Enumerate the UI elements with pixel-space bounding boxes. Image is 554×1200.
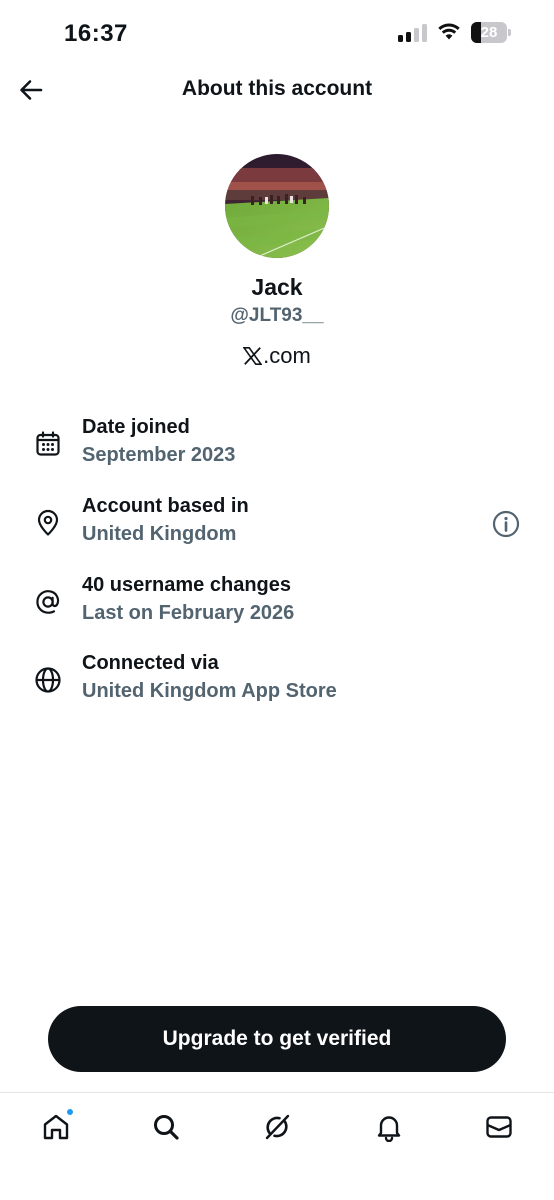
grok-icon [265,1114,290,1140]
tab-messages[interactable] [479,1107,519,1147]
home-badge-dot [66,1108,74,1116]
info-row-value: United Kingdom App Store [82,680,337,702]
wifi-icon [438,23,460,40]
info-row-date-joined: Date joined September 2023 [0,416,554,476]
username-handle: @JLT93__ [230,305,324,326]
about-account-screen: 16:37 28 About this account Jack @JLT93_… [0,0,554,1200]
info-row-title: Date joined [82,416,190,438]
signal-icon [398,24,428,42]
battery-level: 28 [480,24,498,41]
search-icon [154,1115,179,1140]
info-row-account-based-in: Account based in United Kingdom [0,495,554,555]
tab-grok[interactable] [257,1107,297,1147]
bell-icon [377,1116,401,1142]
status-time: 16:37 [64,20,128,47]
site-domain: .com [0,343,554,369]
info-row-username-changes: 40 username changes Last on February 202… [0,574,554,634]
info-row-title: Account based in [82,495,249,517]
calendar-icon [36,431,60,456]
top-bar: About this account [0,66,554,114]
at-sign-icon [36,590,60,614]
info-row-title: 40 username changes [82,574,291,596]
location-pin-icon [37,509,59,536]
info-row-value: United Kingdom [82,523,237,545]
avatar[interactable] [225,154,329,258]
info-row-value: Last on February 2026 [82,602,295,624]
tab-search[interactable] [146,1107,186,1147]
info-row-title: Connected via [82,652,219,674]
info-row-connected-via: Connected via United Kingdom App Store [0,652,554,712]
bottom-tab-bar [0,1092,554,1200]
avatar-photo [225,154,329,258]
x-logo-icon [243,347,263,365]
tab-notifications[interactable] [369,1107,409,1147]
site-domain-text: .com [263,343,311,368]
tab-home[interactable] [36,1107,76,1147]
upgrade-verified-button[interactable]: Upgrade to get verified [48,1006,506,1072]
info-icon[interactable] [491,509,521,539]
upgrade-verified-label: Upgrade to get verified [162,1027,392,1050]
globe-icon [35,667,61,693]
display-name: Jack [251,274,303,300]
battery-icon: 28 [471,22,511,43]
home-icon [43,1114,69,1140]
page-title: About this account [181,77,373,100]
status-bar: 16:37 28 [0,0,554,66]
info-row-value: September 2023 [82,444,236,466]
mail-icon [486,1116,512,1138]
